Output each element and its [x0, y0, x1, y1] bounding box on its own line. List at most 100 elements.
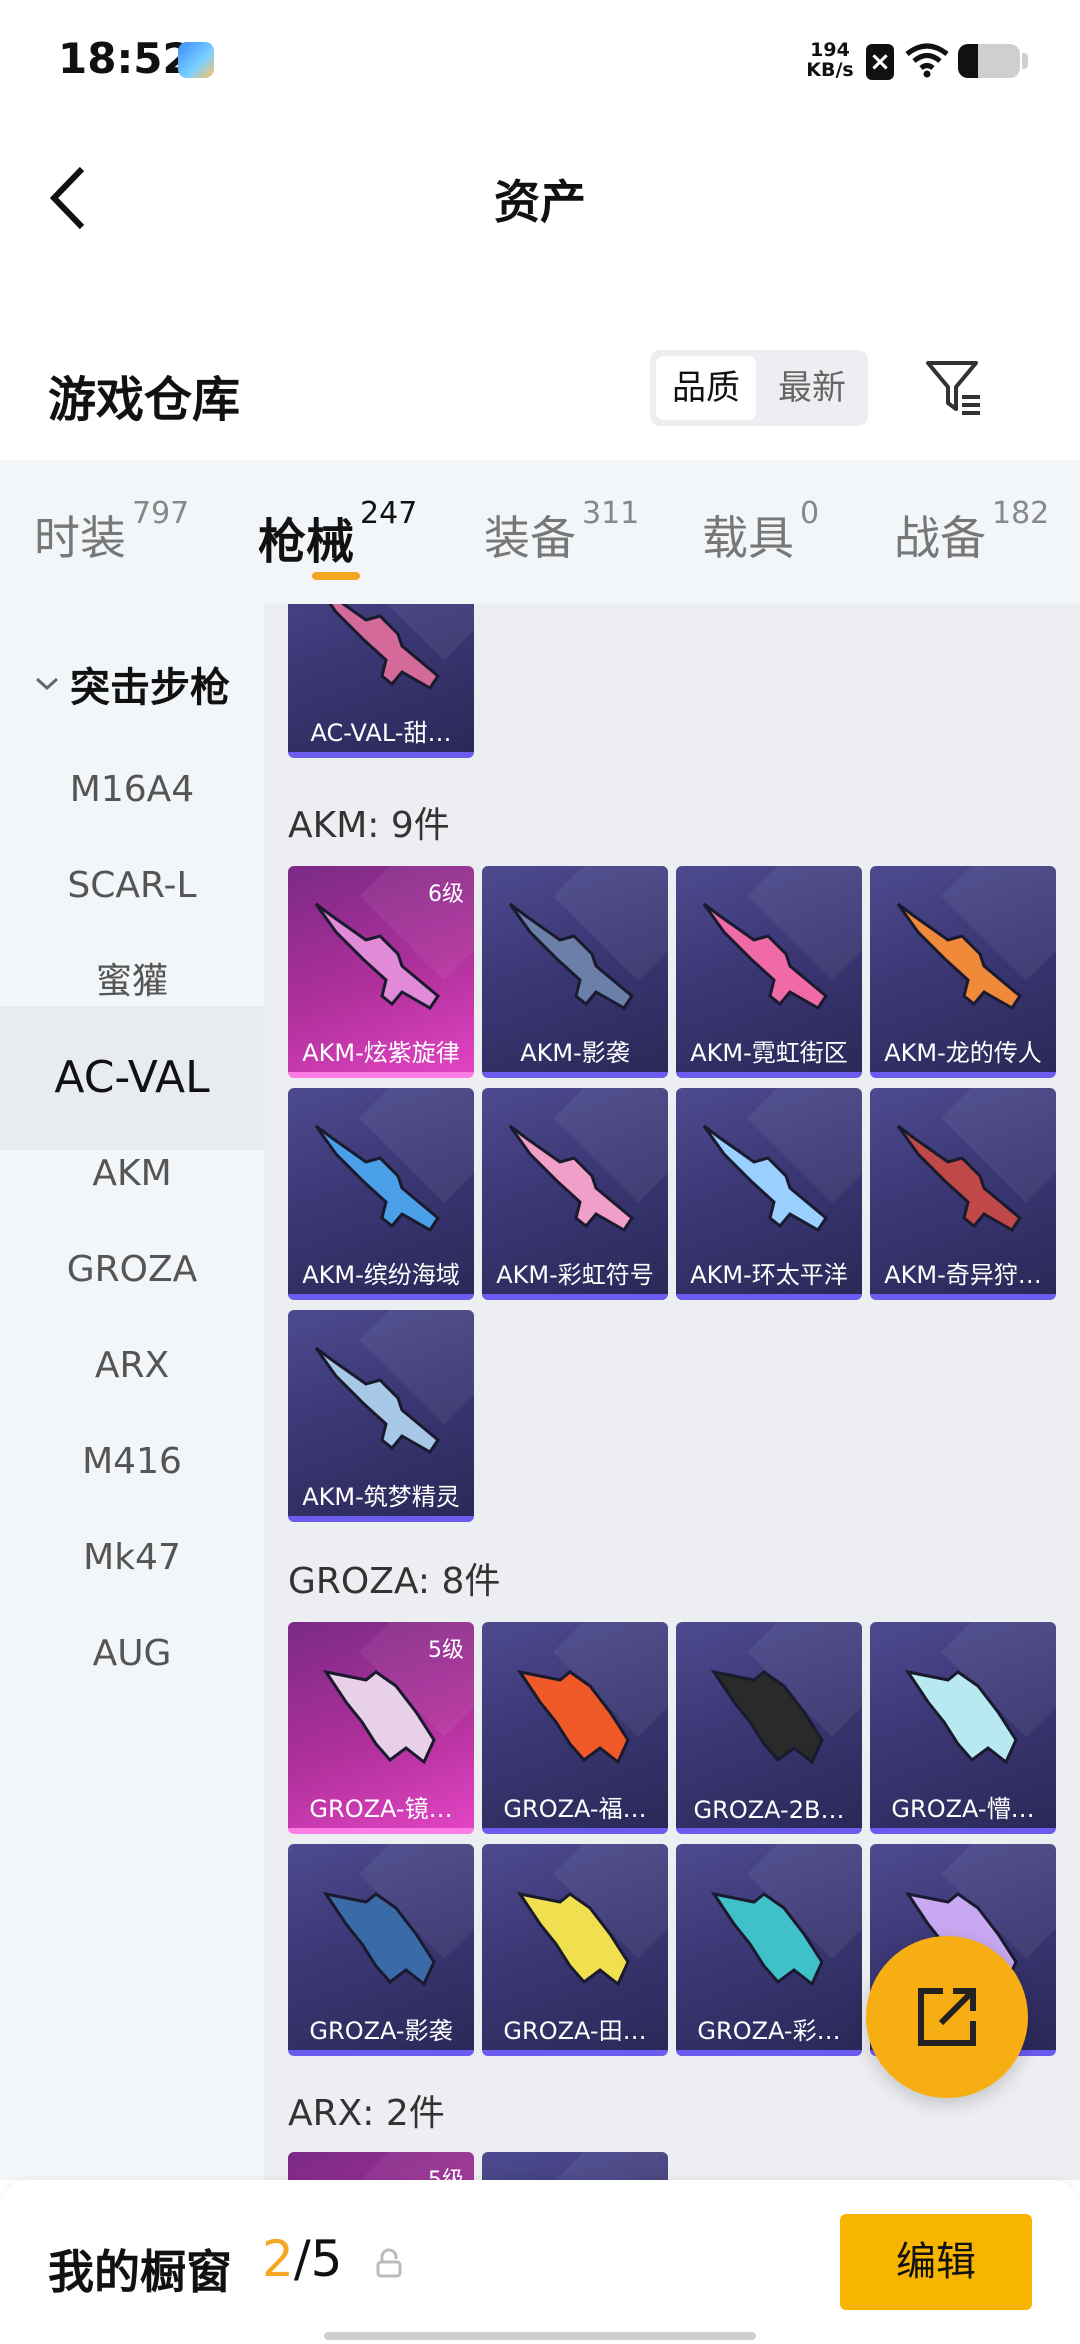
card-level: 5级: [428, 2162, 464, 2180]
weapon-image: [904, 1669, 1018, 1765]
active-tab-indicator: [312, 572, 360, 580]
share-fab[interactable]: [866, 1936, 1028, 2098]
sort-quality-option[interactable]: 品质: [656, 356, 756, 420]
card-name: GROZA-影袭: [309, 2017, 453, 2045]
card-level: 5级: [428, 1638, 464, 1663]
filter-icon: [926, 361, 980, 415]
card-shine: [553, 2152, 668, 2180]
weapon-card[interactable]: GROZA-影袭: [288, 1844, 474, 2056]
sort-latest-option[interactable]: 最新: [762, 356, 862, 420]
home-indicator: [324, 2332, 756, 2340]
tab-count: 247: [360, 496, 418, 531]
weapon-image: [516, 1669, 630, 1765]
weapon-card[interactable]: 5级: [288, 2152, 474, 2180]
card-name: AKM-缤纷海域: [302, 1261, 460, 1289]
weapon-card[interactable]: GROZA-彩…: [676, 1844, 862, 2056]
card-name: AC-VAL-甜…: [310, 719, 452, 747]
weapon-card[interactable]: AKM-影袭: [482, 866, 668, 1078]
weapon-image: [322, 1669, 436, 1765]
weapon-image: [702, 1124, 828, 1232]
group-header-akm: AKM: 9件: [288, 805, 450, 846]
weapon-image: [710, 1669, 824, 1765]
tab-count: 797: [132, 496, 190, 531]
weapon-image: [314, 1124, 440, 1232]
card-name: GROZA-彩…: [697, 2017, 841, 2045]
weapon-image: [314, 902, 440, 1010]
showcase-bar: 我的橱窗 2/5 编辑: [0, 2180, 1080, 2344]
tab-count: 0: [800, 496, 820, 531]
warehouse-title: 游戏仓库: [48, 372, 241, 428]
tab-firearms[interactable]: 枪械247: [258, 496, 417, 572]
weapon-image: [516, 1891, 630, 1987]
network-speed-unit: KB/s: [806, 59, 854, 81]
battery-tip: [1022, 53, 1028, 69]
tab-fashion[interactable]: 时装 797: [34, 496, 189, 572]
weapon-image: [508, 1124, 634, 1232]
card-level: 6级: [428, 882, 464, 907]
group-header-arx: ARX: 2件: [288, 2093, 445, 2134]
battery-icon: [958, 44, 1020, 78]
card-name: AKM-彩虹符号: [496, 1261, 654, 1289]
page-title: 资产: [494, 175, 586, 229]
weapon-card[interactable]: GROZA-福…: [482, 1622, 668, 1834]
tab-supplies[interactable]: 战备 182: [894, 496, 1049, 572]
tab-label: 枪械: [258, 514, 355, 570]
weapon-card[interactable]: 5级 GROZA-镜…: [288, 1622, 474, 1834]
sort-toggle: 品质 最新: [650, 350, 868, 426]
card-name: AKM-炫紫旋律: [302, 1039, 460, 1067]
chevron-down-icon: [35, 677, 59, 691]
showcase-total: /5: [293, 2230, 343, 2288]
tab-count: 311: [582, 496, 640, 531]
weapon-card[interactable]: GROZA-懵…: [870, 1622, 1056, 1834]
card-name: AKM-环太平洋: [690, 1261, 848, 1289]
sidebar-group-label: 突击步枪: [70, 665, 230, 711]
tab-vehicles[interactable]: 载具 0: [702, 496, 819, 572]
tab-label: 战备: [894, 511, 986, 565]
tab-count: 182: [992, 496, 1050, 531]
status-bar: 18:52 194 KB/s ×: [0, 0, 1080, 120]
card-name: GROZA-2B…: [693, 1796, 845, 1824]
weapon-card[interactable]: AKM-筑梦精灵: [288, 1310, 474, 1522]
weapon-image: [702, 902, 828, 1010]
status-time: 18:52: [58, 34, 192, 83]
weapon-card[interactable]: 6级 AKM-炫紫旋律: [288, 866, 474, 1078]
app-notification-icon: [178, 42, 214, 78]
card-name: AKM-奇异狩…: [884, 1261, 1042, 1289]
card-name: AKM-筑梦精灵: [302, 1483, 460, 1511]
card-name: AKM-龙的传人: [884, 1039, 1042, 1067]
tab-equipment[interactable]: 装备 311: [484, 496, 639, 572]
tab-label: 载具: [702, 511, 794, 565]
lock-icon: [376, 2248, 402, 2278]
tab-label: 时装: [34, 511, 126, 565]
card-name: GROZA-田…: [503, 2017, 647, 2045]
showcase-current: 2: [262, 2230, 294, 2288]
external-link-icon: [918, 1988, 976, 2046]
weapon-image: [896, 1124, 1022, 1232]
weapon-card[interactable]: AC-VAL-甜…: [288, 604, 474, 758]
card-name: GROZA-福…: [503, 1795, 647, 1823]
filter-button[interactable]: [918, 352, 990, 424]
weapon-sidebar: 突击步枪 M16A4 SCAR-L 蜜獾 AC-VAL AKM GROZA AR…: [0, 604, 264, 2180]
weapon-card[interactable]: [482, 2152, 668, 2180]
weapon-card[interactable]: AKM-龙的传人: [870, 866, 1056, 1078]
category-tabs: 时装 797 枪械247 装备 311 载具 0 战备 182: [0, 460, 1080, 604]
card-name: AKM-霓虹街区: [690, 1039, 848, 1067]
weapon-image: [322, 1891, 436, 1987]
weapon-card[interactable]: AKM-环太平洋: [676, 1088, 862, 1300]
weapon-card[interactable]: AKM-缤纷海域: [288, 1088, 474, 1300]
tab-label: 装备: [484, 511, 576, 565]
weapon-card[interactable]: AKM-霓虹街区: [676, 866, 862, 1078]
weapon-card[interactable]: AKM-彩虹符号: [482, 1088, 668, 1300]
weapon-image: [328, 604, 440, 690]
weapon-card[interactable]: GROZA-田…: [482, 1844, 668, 2056]
network-speed: 194 KB/s: [800, 40, 860, 80]
showcase-label: 我的橱窗: [48, 2245, 232, 2299]
card-name: AKM-影袭: [520, 1039, 630, 1067]
weapon-card[interactable]: AKM-奇异狩…: [870, 1088, 1056, 1300]
sidebar-item-aug[interactable]: AUG: [0, 1582, 264, 1726]
card-name: GROZA-镜…: [309, 1795, 453, 1823]
weapon-image: [896, 902, 1022, 1010]
edit-button[interactable]: 编辑: [840, 2214, 1032, 2310]
weapon-card[interactable]: GROZA-2B…: [676, 1622, 862, 1834]
weapon-image: [710, 1891, 824, 1987]
